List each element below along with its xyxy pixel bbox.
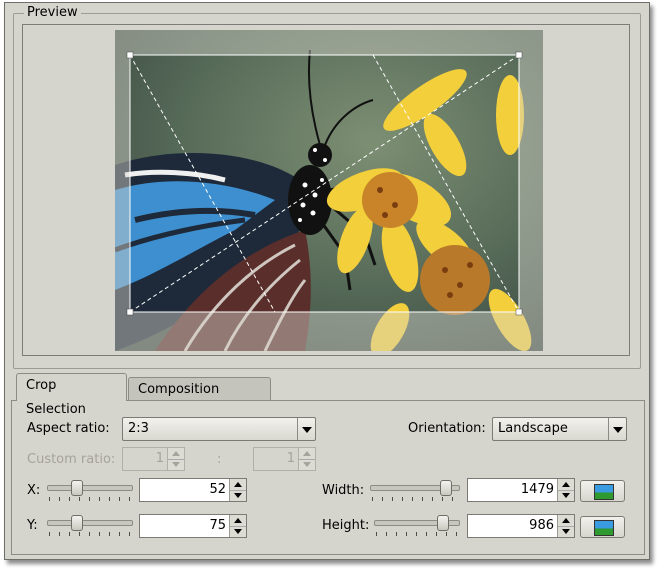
aspect-ratio-combo[interactable]: 2:3: [122, 417, 316, 441]
preview-canvas[interactable]: [22, 24, 630, 356]
preview-image[interactable]: [115, 30, 543, 351]
butterfly-photo: [115, 30, 543, 351]
height-max-icon: [594, 520, 614, 536]
y-slider[interactable]: [47, 515, 133, 536]
crop-dialog: Preview Crop Selection Composition Aspec…: [4, 2, 650, 560]
width-value: 1479: [520, 482, 554, 497]
orientation-value: Landscape: [498, 421, 568, 436]
aspect-ratio-label: Aspect ratio:: [27, 421, 110, 436]
height-label: Height:: [322, 518, 370, 533]
preview-legend: Preview: [24, 5, 81, 20]
orientation-label: Orientation:: [408, 421, 486, 436]
spin-down-icon: [299, 459, 315, 470]
height-value: 986: [529, 518, 554, 533]
y-value: 75: [209, 518, 226, 533]
spin-down-icon[interactable]: [558, 490, 574, 501]
width-slider-handle[interactable]: [440, 480, 452, 496]
height-spinner[interactable]: 986: [467, 514, 575, 538]
crop-selection-panel: Aspect ratio: 2:3 Orientation: Landscape…: [11, 400, 645, 555]
width-label: Width:: [322, 483, 365, 498]
custom-ratio-separator: :: [217, 452, 222, 467]
y-slider-handle[interactable]: [71, 515, 83, 531]
chevron-down-icon: [297, 418, 315, 440]
x-slider-handle[interactable]: [71, 480, 83, 496]
spin-down-icon[interactable]: [558, 526, 574, 537]
x-label: X:: [27, 483, 41, 498]
tab-crop-selection[interactable]: Crop Selection: [16, 373, 127, 417]
width-max-button[interactable]: [580, 480, 625, 502]
custom-ratio-left-value: 1: [155, 451, 164, 466]
orientation-combo[interactable]: Landscape: [492, 417, 627, 441]
y-spinner[interactable]: 75: [139, 514, 247, 538]
x-value: 52: [209, 482, 226, 497]
height-slider[interactable]: [374, 515, 460, 536]
custom-ratio-label: Custom ratio:: [27, 452, 116, 467]
x-slider-ticks: [49, 497, 131, 501]
custom-ratio-right-spinner: 1: [253, 447, 316, 471]
width-spinner[interactable]: 1479: [467, 478, 575, 502]
width-max-icon: [594, 484, 614, 500]
custom-ratio-right-value: 1: [286, 451, 295, 466]
preview-frame: Preview: [13, 5, 641, 369]
width-slider-ticks: [372, 497, 458, 501]
height-slider-handle[interactable]: [437, 515, 449, 531]
height-max-button[interactable]: [580, 516, 625, 538]
spin-down-icon[interactable]: [230, 526, 246, 537]
x-slider[interactable]: [47, 480, 133, 501]
width-slider[interactable]: [370, 480, 460, 501]
spin-down-icon[interactable]: [230, 490, 246, 501]
y-label: Y:: [27, 518, 38, 533]
aspect-ratio-value: 2:3: [128, 421, 149, 436]
height-slider-ticks: [376, 532, 458, 536]
spin-down-icon: [168, 459, 184, 470]
y-slider-ticks: [49, 532, 131, 536]
chevron-down-icon: [608, 418, 626, 440]
custom-ratio-left-spinner: 1: [122, 447, 185, 471]
x-spinner[interactable]: 52: [139, 478, 247, 502]
